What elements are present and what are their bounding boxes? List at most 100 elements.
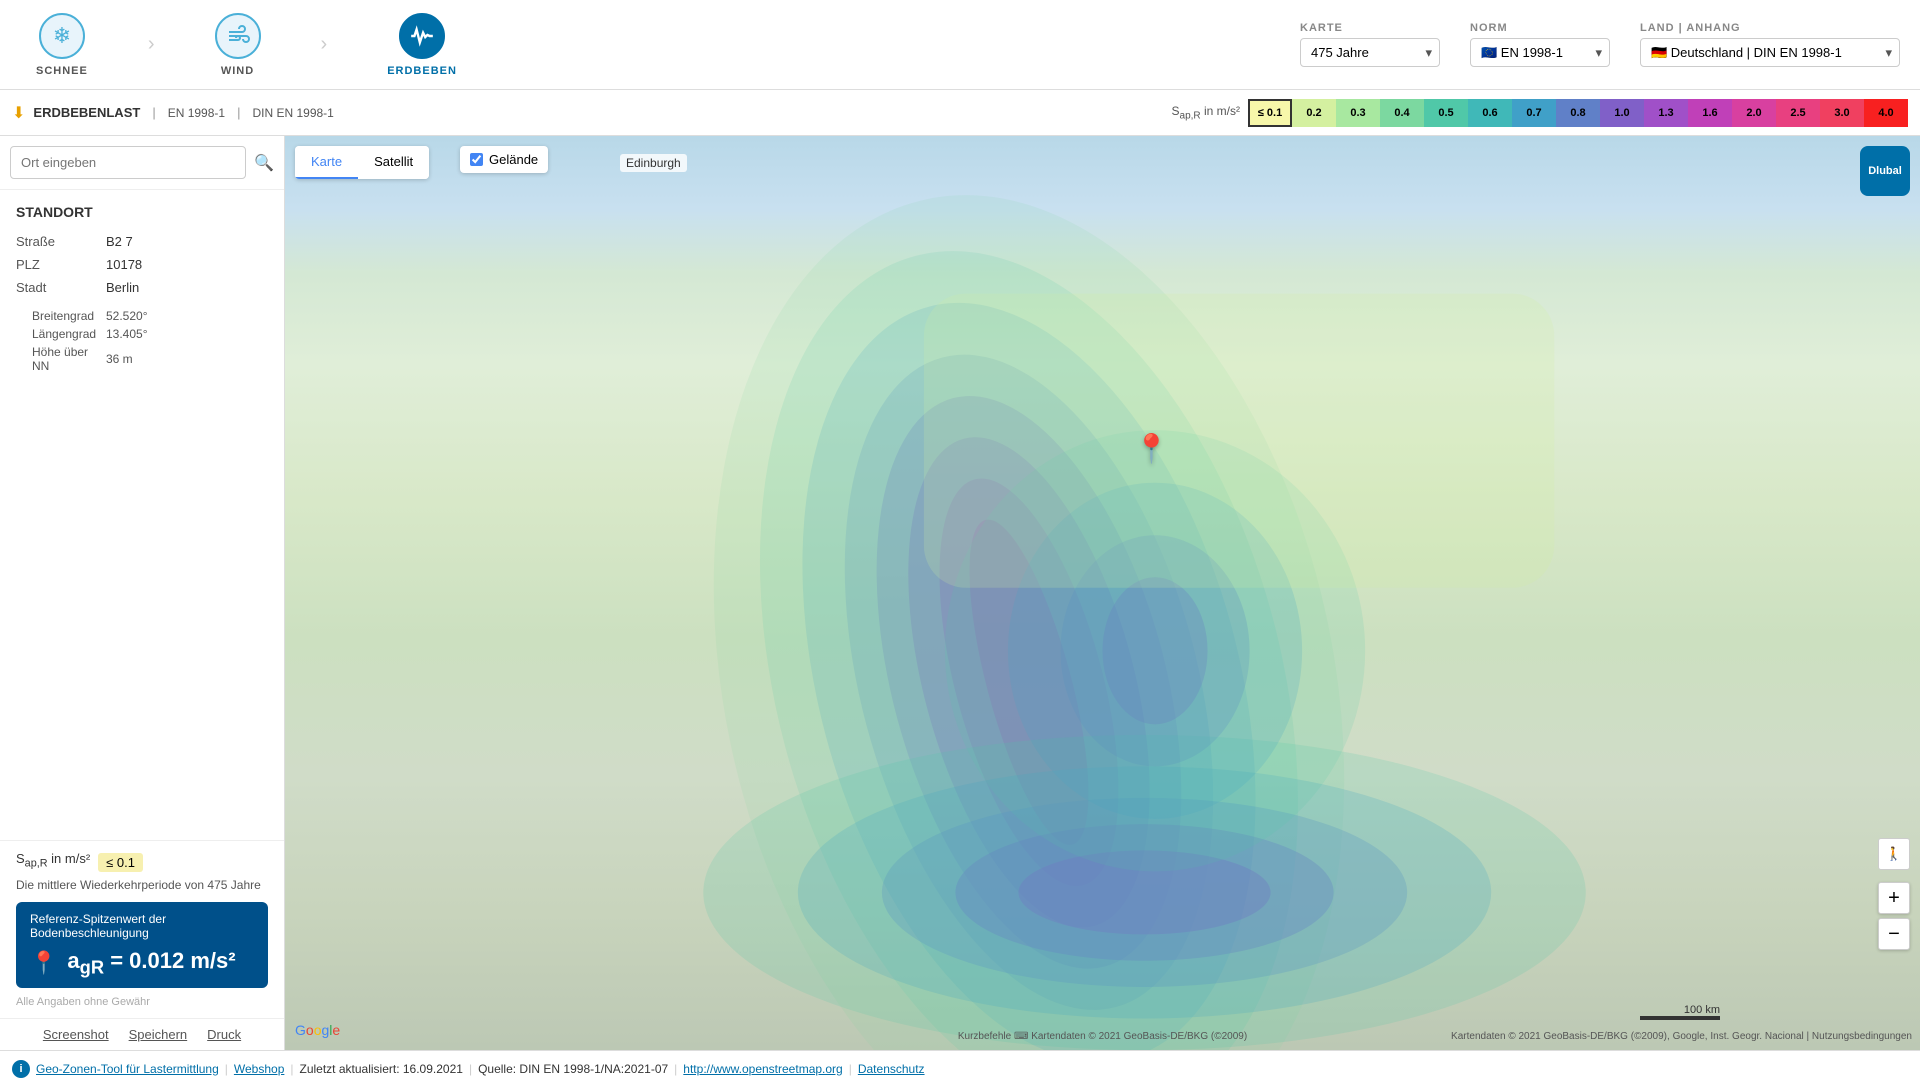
wind-icon [215, 13, 261, 59]
top-navigation: ❄ SCHNEE › WIND › ERDBEBEN KARTE 475 Jah… [0, 0, 1920, 90]
map-attribution: Kartendaten © 2021 GeoBasis-DE/BKG (©200… [1451, 1031, 1912, 1042]
erdbeben-down-icon: ⬇ [12, 103, 25, 123]
geozone-link[interactable]: Geo-Zonen-Tool für Lastermittlung [36, 1062, 219, 1076]
nav-arrow-2: › [321, 33, 328, 56]
print-button[interactable]: Druck [207, 1027, 241, 1042]
sidebar-results: Sap,R in m/s² ≤ 0.1 Die mittlere Wiederk… [0, 840, 284, 1018]
legend-colors: Sap,R in m/s² ≤ 0.10.20.30.40.50.60.70.8… [1172, 99, 1908, 127]
nav-label-wind: WIND [221, 65, 254, 77]
legend-swatch[interactable]: 2.0 [1732, 99, 1776, 127]
map-area[interactable]: Karte Satellit Gelände Edinburgh 📍 Dluba… [285, 136, 1920, 1050]
legend-sub-2: DIN EN 1998-1 [252, 106, 333, 120]
legend-swatch[interactable]: 0.2 [1292, 99, 1336, 127]
norm-select[interactable]: 🇪🇺 EN 1998-1 DIN EN 1998-1 [1470, 38, 1610, 67]
map-background [285, 136, 1920, 1050]
land-select-wrapper: 🇩🇪 Deutschland | DIN EN 1998-1 Österreic… [1640, 38, 1900, 67]
search-input[interactable] [10, 146, 246, 179]
legend-sep-1: | [152, 105, 155, 120]
table-row: PLZ 10178 [16, 253, 268, 276]
sap-value: ≤ 0.1 [98, 853, 143, 872]
search-bar: 🔍 [0, 136, 284, 190]
nav-dropdowns: KARTE 475 Jahre 100 Jahre 200 Jahre 1000… [1300, 22, 1900, 67]
nav-arrow-1: › [148, 33, 155, 56]
nav-label-erdbeben: ERDBEBEN [387, 65, 457, 77]
coord-label: Längengrad [16, 325, 106, 343]
coord-value: 52.520° [106, 307, 268, 325]
standort-section: STANDORT Straße B2 7 PLZ 10178 Stadt Ber… [0, 190, 284, 389]
terrain-checkbox[interactable] [470, 153, 483, 166]
table-row: Breitengrad 52.520° [16, 307, 268, 325]
period-text: Die mittlere Wiederkehrperiode von 475 J… [16, 878, 268, 892]
legend-swatch[interactable]: 0.3 [1336, 99, 1380, 127]
sidebar: 🔍 STANDORT Straße B2 7 PLZ 10178 Stadt [0, 136, 285, 1050]
location-pin-icon: 📍 [30, 950, 57, 976]
legend-swatch[interactable]: ≤ 0.1 [1248, 99, 1292, 127]
save-button[interactable]: Speichern [129, 1027, 188, 1042]
map-terrain-toggle: Gelände [460, 146, 548, 173]
field-label: Stadt [16, 276, 106, 299]
ref-box: Referenz-Spitzenwert der Bodenbeschleuni… [16, 902, 268, 988]
webshop-link[interactable]: Webshop [234, 1062, 284, 1076]
legend-sub-1: EN 1998-1 [168, 106, 225, 120]
legend-bar: ⬇ ERDBEBENLAST | EN 1998-1 | DIN EN 1998… [0, 90, 1920, 136]
land-select[interactable]: 🇩🇪 Deutschland | DIN EN 1998-1 Österreic… [1640, 38, 1900, 67]
search-button[interactable]: 🔍 [254, 153, 274, 173]
field-label: PLZ [16, 253, 106, 276]
map-zoom-controls: 🚶 + − [1878, 838, 1910, 950]
legend-swatch[interactable]: 0.7 [1512, 99, 1556, 127]
map-credit: Kurzbefehle ⌨ Kartendaten © 2021 GeoBasi… [958, 1031, 1247, 1042]
coord-label: Höhe über NN [16, 343, 106, 375]
map-tab-karte[interactable]: Karte [295, 146, 358, 179]
legend-title: ERDBEBENLAST [33, 105, 140, 120]
field-value: B2 7 [106, 230, 268, 253]
legend-swatch[interactable]: 1.6 [1688, 99, 1732, 127]
disclaimer: Alle Angaben ohne Gewähr [16, 996, 268, 1008]
field-value: Berlin [106, 276, 268, 299]
standort-table: Straße B2 7 PLZ 10178 Stadt Berlin Breit… [16, 230, 268, 375]
nav-item-schnee[interactable]: ❄ SCHNEE [20, 5, 104, 85]
karte-select[interactable]: 475 Jahre 100 Jahre 200 Jahre 1000 Jahre [1300, 38, 1440, 67]
coord-value: 36 m [106, 343, 268, 375]
legend-swatch[interactable]: 0.5 [1424, 99, 1468, 127]
norm-select-wrapper: 🇪🇺 EN 1998-1 DIN EN 1998-1 [1470, 38, 1610, 67]
zoom-out-button[interactable]: − [1878, 918, 1910, 950]
land-label: LAND | ANHANG [1640, 22, 1900, 34]
scale-label: 100 km [1684, 1004, 1720, 1016]
legend-swatches[interactable]: ≤ 0.10.20.30.40.50.60.70.81.01.31.62.02.… [1248, 99, 1908, 127]
source-text: Quelle: DIN EN 1998-1/NA:2021-07 [478, 1062, 668, 1076]
legend-swatch[interactable]: 0.4 [1380, 99, 1424, 127]
legend-swatch[interactable]: 2.5 [1776, 99, 1820, 127]
legend-swatch[interactable]: 3.0 [1820, 99, 1864, 127]
nav-label-schnee: SCHNEE [36, 65, 88, 77]
openstreetmap-link[interactable]: http://www.openstreetmap.org [683, 1062, 842, 1076]
map-tab-satellit[interactable]: Satellit [358, 146, 429, 179]
street-view-button[interactable]: 🚶 [1878, 838, 1910, 870]
legend-swatch[interactable]: 1.3 [1644, 99, 1688, 127]
ref-value: agR = 0.012 m/s² [67, 948, 235, 978]
legend-swatch[interactable]: 4.0 [1864, 99, 1908, 127]
screenshot-button[interactable]: Screenshot [43, 1027, 109, 1042]
norm-dropdown-group: NORM 🇪🇺 EN 1998-1 DIN EN 1998-1 [1470, 22, 1610, 67]
legend-sep-2: | [237, 105, 240, 120]
zoom-in-button[interactable]: + [1878, 882, 1910, 914]
nav-item-wind[interactable]: WIND [199, 5, 277, 85]
map-tab-bar: Karte Satellit [295, 146, 429, 179]
legend-swatch[interactable]: 0.8 [1556, 99, 1600, 127]
legend-unit: Sap,R in m/s² [1172, 104, 1240, 121]
dlubal-badge[interactable]: Dlubal [1860, 146, 1910, 196]
karte-dropdown-group: KARTE 475 Jahre 100 Jahre 200 Jahre 1000… [1300, 22, 1440, 67]
table-row: Höhe über NN 36 m [16, 343, 268, 375]
karte-label: KARTE [1300, 22, 1440, 34]
datenschutz-link[interactable]: Datenschutz [858, 1062, 925, 1076]
table-row: Längengrad 13.405° [16, 325, 268, 343]
legend-swatch[interactable]: 0.6 [1468, 99, 1512, 127]
field-label: Straße [16, 230, 106, 253]
norm-label: NORM [1470, 22, 1610, 34]
standort-title: STANDORT [16, 204, 268, 220]
action-buttons: Screenshot Speichern Druck [0, 1018, 284, 1050]
karte-select-wrapper: 475 Jahre 100 Jahre 200 Jahre 1000 Jahre [1300, 38, 1440, 67]
nav-item-erdbeben[interactable]: ERDBEBEN [371, 5, 473, 85]
updated-text: Zuletzt aktualisiert: 16.09.2021 [300, 1062, 463, 1076]
map-place-label-edinburgh: Edinburgh [620, 154, 687, 172]
legend-swatch[interactable]: 1.0 [1600, 99, 1644, 127]
